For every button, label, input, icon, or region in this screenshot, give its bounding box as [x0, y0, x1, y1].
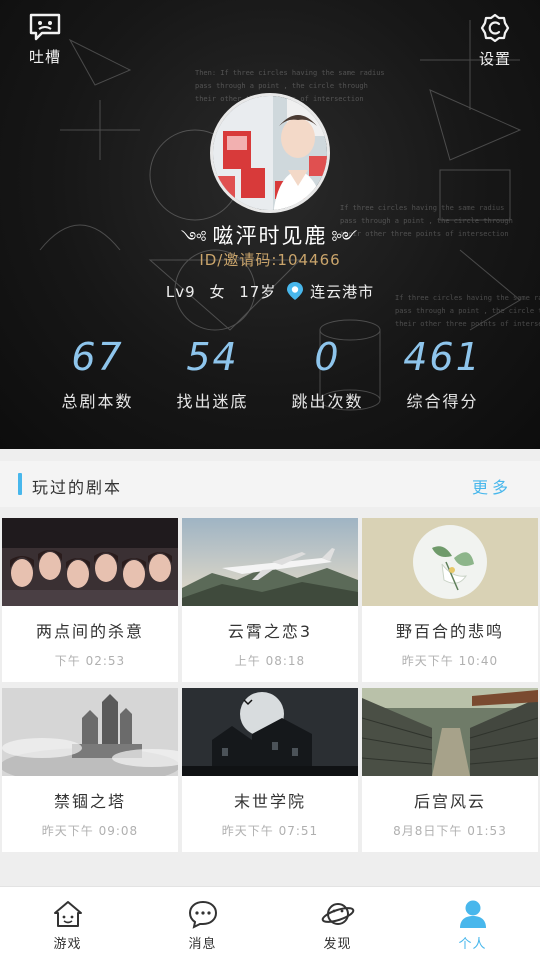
script-thumbnail-airplane — [182, 518, 358, 606]
script-card[interactable]: 末世学院 昨天下午 07:51 — [182, 688, 358, 852]
more-link[interactable]: 更多 — [472, 474, 512, 498]
stat-label: 跳出次数 — [291, 392, 364, 411]
tab-discover[interactable]: 发现 — [270, 887, 405, 960]
tab-messages[interactable]: 消息 — [135, 887, 270, 960]
stat-label: 找出迷底 — [176, 392, 249, 411]
profile-header: Then: If three circles having the same r… — [0, 0, 540, 449]
script-name: 两点间的杀意 — [35, 622, 144, 641]
stat-value: 54 — [186, 335, 239, 379]
stat-solved[interactable]: 54 找出迷底 — [155, 336, 270, 412]
svg-text:pass through a point , the cir: pass through a point , the circle throug… — [395, 307, 540, 315]
location-pin-icon — [287, 282, 304, 300]
tab-label: 消息 — [188, 937, 217, 952]
script-card[interactable]: 云霄之恋3 上午 08:18 — [182, 518, 358, 682]
script-card[interactable]: 禁锢之塔 昨天下午 09:08 — [2, 688, 178, 852]
avatar[interactable] — [210, 93, 330, 213]
script-time: 上午 08:18 — [234, 654, 306, 668]
svg-text:their other three points of in: their other three points of intersection — [395, 320, 540, 328]
section-accent-bar — [18, 473, 22, 495]
feedback-button[interactable]: 吐槽 — [10, 12, 80, 67]
script-thumbnail-lily — [362, 518, 538, 606]
script-card[interactable]: 两点间的杀意 下午 02:53 — [2, 518, 178, 682]
script-time: 下午 02:53 — [54, 654, 126, 668]
stat-total-scripts[interactable]: 67 总剧本数 — [40, 336, 155, 412]
section-title: 玩过的剧本 — [32, 478, 123, 497]
svg-text:Then: If three circles having: Then: If three circles having the same r… — [195, 69, 385, 77]
person-icon — [459, 900, 486, 928]
script-name: 后宫风云 — [413, 792, 486, 811]
script-card[interactable]: 后宫风云 8月8日下午 01:53 — [362, 688, 538, 852]
script-name: 云霄之恋3 — [227, 622, 313, 641]
svg-text:If three circles having the sa: If three circles having the same radius — [340, 204, 504, 212]
house-face-icon — [53, 901, 82, 927]
feedback-icon — [29, 13, 61, 41]
script-name: 野百合的悲鸣 — [395, 622, 504, 641]
tab-profile[interactable]: 个人 — [405, 887, 540, 960]
tab-label: 个人 — [458, 937, 487, 952]
chat-bubble-icon — [188, 900, 217, 929]
script-thumbnail-group-portrait — [2, 518, 178, 606]
script-name: 禁锢之塔 — [53, 792, 126, 811]
gender-text: 女 — [209, 283, 226, 301]
svg-text:pass through a point , the cir: pass through a point , the circle throug… — [195, 82, 368, 90]
script-time: 8月8日下午 01:53 — [393, 824, 507, 838]
script-name: 末世学院 — [233, 792, 306, 811]
stat-value: 0 — [314, 335, 341, 379]
right-flourish-icon: ༻ — [331, 228, 360, 247]
stat-exits[interactable]: 0 跳出次数 — [270, 336, 385, 412]
stat-label: 综合得分 — [406, 392, 479, 411]
bottom-tab-bar: 游戏 消息 发现 个人 — [0, 886, 540, 960]
script-card[interactable]: 野百合的悲鸣 昨天下午 10:40 — [362, 518, 538, 682]
age-text: 17岁 — [239, 283, 277, 301]
script-thumbnail-palace-alley — [362, 688, 538, 776]
stats-row: 67 总剧本数 54 找出迷底 0 跳出次数 461 综合得分 — [40, 336, 500, 412]
stat-label: 总剧本数 — [61, 392, 134, 411]
feedback-label: 吐槽 — [28, 48, 61, 66]
script-thumbnail-tower — [2, 688, 178, 776]
script-time: 昨天下午 09:08 — [41, 824, 139, 838]
left-flourish-icon: ༺ — [180, 228, 209, 247]
level-text: Lv9 — [165, 283, 196, 301]
tab-label: 发现 — [323, 937, 352, 952]
stat-value: 67 — [71, 335, 124, 379]
script-time: 昨天下午 10:40 — [401, 654, 499, 668]
tab-label: 游戏 — [53, 937, 82, 952]
settings-button[interactable]: 设置 — [460, 12, 530, 69]
nickname: 嗞泙时见鹿 — [212, 224, 328, 248]
settings-label: 设置 — [478, 50, 511, 68]
tab-games[interactable]: 游戏 — [0, 887, 135, 960]
profile-meta: Lv9 女 17岁 连云港市 — [0, 281, 540, 302]
played-scripts-header: 玩过的剧本 更多 — [0, 461, 540, 507]
script-thumbnail-haunted-mansion — [182, 688, 358, 776]
stat-value: 461 — [403, 335, 482, 379]
settings-icon — [480, 13, 510, 43]
location-text: 连云港市 — [310, 283, 375, 301]
stat-score[interactable]: 461 综合得分 — [385, 336, 500, 412]
planet-icon — [321, 903, 354, 925]
script-time: 昨天下午 07:51 — [221, 824, 319, 838]
invite-code: ID/邀请码:104466 — [199, 251, 341, 269]
